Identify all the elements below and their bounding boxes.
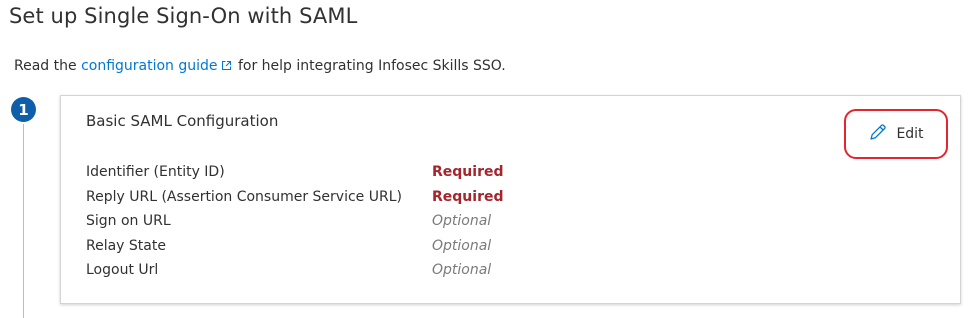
config-row-identifier: Identifier (Entity ID) Required [86,160,503,185]
field-label: Sign on URL [86,213,171,230]
intro-text: Read the configuration guide for help in… [14,58,506,75]
step-connector-line [23,124,24,318]
edit-button[interactable]: Edit [844,109,948,159]
status-optional: Optional [432,213,492,230]
intro-suffix: for help integrating Infosec Skills SSO. [233,58,506,74]
page-title: Set up Single Sign-On with SAML [9,4,358,28]
config-row-logout-url: Logout Url Optional [86,258,503,283]
card-title: Basic SAML Configuration [86,112,279,130]
edit-label: Edit [896,126,924,142]
field-label: Logout Url [86,262,159,279]
pencil-icon [868,122,888,146]
external-link-icon [221,59,232,75]
config-row-sign-on-url: Sign on URL Optional [86,209,503,234]
status-required: Required [432,188,504,205]
field-label: Reply URL (Assertion Consumer Service UR… [86,188,402,205]
config-row-reply-url: Reply URL (Assertion Consumer Service UR… [86,185,503,210]
configuration-guide-label: configuration guide [81,58,218,74]
field-label: Relay State [86,237,166,254]
status-optional: Optional [432,237,492,254]
status-optional: Optional [432,262,492,279]
configuration-guide-link[interactable]: configuration guide [81,58,233,74]
intro-prefix: Read the [14,58,82,74]
step-number-badge: 1 [11,97,36,122]
config-fields-list: Identifier (Entity ID) Required Reply UR… [86,160,503,283]
basic-saml-configuration-card: Basic SAML Configuration Edit Identifier… [60,95,961,304]
config-row-relay-state: Relay State Optional [86,234,503,259]
field-label: Identifier (Entity ID) [86,164,225,181]
status-required: Required [432,164,504,181]
